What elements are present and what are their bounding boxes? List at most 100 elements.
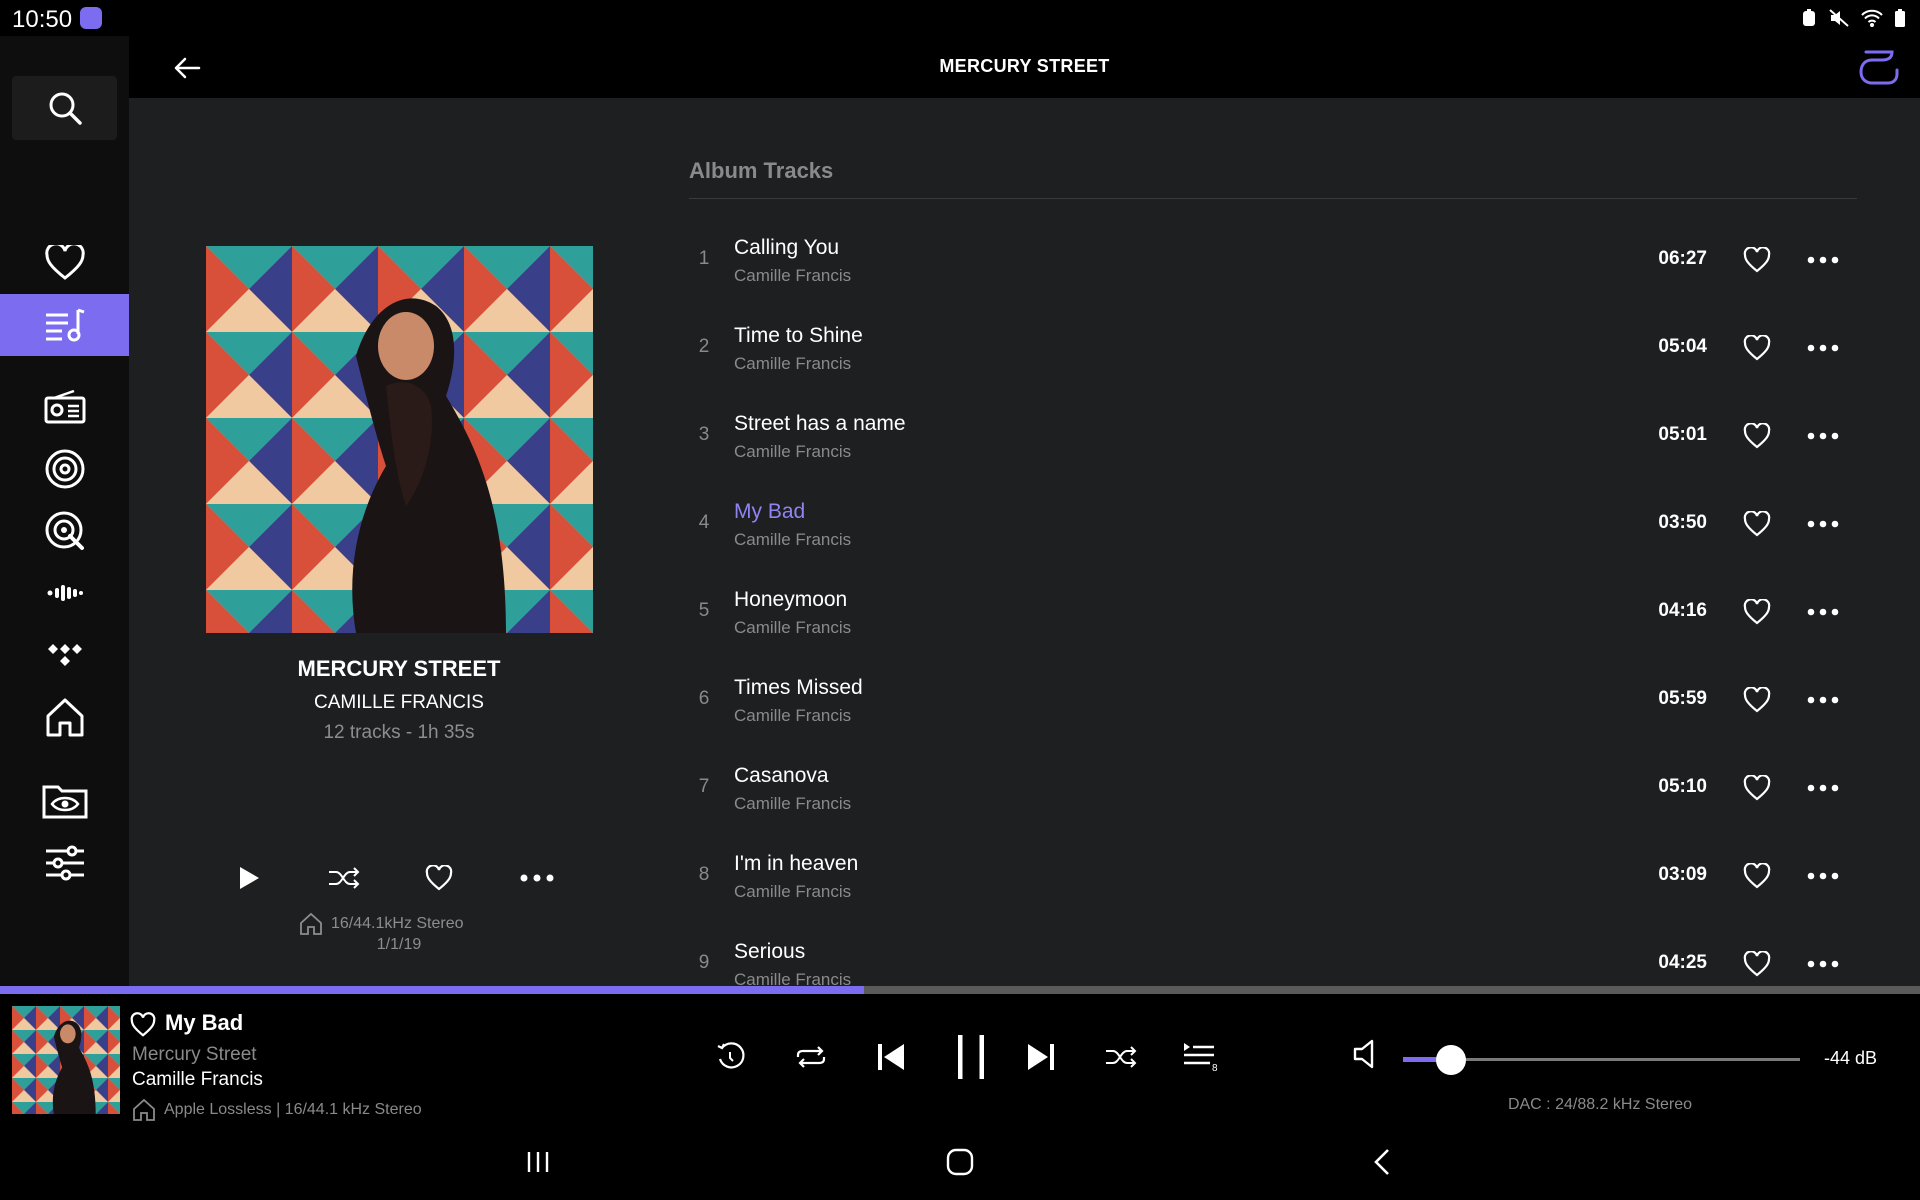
track-title[interactable]: Serious (734, 940, 805, 964)
playback-progress-bar[interactable] (0, 986, 1920, 994)
track-like-button[interactable] (1741, 508, 1773, 540)
track-row[interactable]: 8 I'm in heaven Camille Francis 03:09 (689, 832, 1857, 920)
more-icon (1807, 872, 1839, 880)
sidebar-item-favorites[interactable] (0, 232, 129, 294)
system-nav-bar (0, 1122, 1920, 1200)
sidebar-item-search[interactable] (12, 76, 117, 140)
album-cover-image (206, 246, 593, 633)
now-playing-cover-image (12, 1006, 120, 1114)
track-artist[interactable]: Camille Francis (734, 618, 851, 638)
recent-apps-button[interactable] (518, 1142, 558, 1182)
track-row[interactable]: 5 Honeymoon Camille Francis 04:16 (689, 568, 1857, 656)
track-more-button[interactable] (1803, 508, 1843, 540)
now-playing-artist[interactable]: Camille Francis (132, 1069, 263, 1091)
track-title[interactable]: Times Missed (734, 676, 863, 700)
favorite-album-button[interactable] (419, 858, 459, 898)
next-button[interactable] (1016, 1032, 1066, 1082)
heart-icon (1743, 335, 1771, 361)
sidebar-item-tidal[interactable] (0, 624, 129, 686)
now-playing-title[interactable]: My Bad (165, 1010, 243, 1036)
now-playing-like-button[interactable] (130, 1012, 156, 1038)
track-artist[interactable]: Camille Francis (734, 266, 851, 286)
track-artist[interactable]: Camille Francis (734, 882, 851, 902)
sidebar-item-folders[interactable] (0, 770, 129, 832)
track-more-button[interactable] (1803, 596, 1843, 628)
home-icon (46, 698, 83, 737)
track-like-button[interactable] (1741, 596, 1773, 628)
tidal-icon (47, 644, 82, 666)
heart-icon (1743, 423, 1771, 449)
track-more-button[interactable] (1803, 684, 1843, 716)
sidebar-item-live-radio[interactable] (0, 438, 129, 500)
sidebar-item-podcasts[interactable] (0, 562, 129, 624)
sidebar-item-qobuz[interactable] (0, 500, 129, 562)
track-like-button[interactable] (1741, 244, 1773, 276)
track-artist[interactable]: Camille Francis (734, 442, 851, 462)
track-row[interactable]: 7 Casanova Camille Francis 05:10 (689, 744, 1857, 832)
track-more-button[interactable] (1803, 772, 1843, 804)
track-row[interactable]: 1 Calling You Camille Francis 06:27 (689, 216, 1857, 304)
shuffle-album-button[interactable] (324, 858, 364, 898)
repeat-button[interactable] (786, 1032, 836, 1082)
queue-button[interactable]: 8 (1176, 1032, 1226, 1082)
previous-button[interactable] (866, 1032, 916, 1082)
track-row[interactable]: 3 Street has a name Camille Francis 05:0… (689, 392, 1857, 480)
heart-icon (1743, 775, 1771, 801)
heart-icon (425, 865, 453, 891)
track-like-button[interactable] (1741, 420, 1773, 452)
track-number: 4 (698, 512, 710, 533)
track-artist[interactable]: Camille Francis (734, 354, 851, 374)
roon-logo-icon[interactable] (1858, 48, 1900, 86)
track-title[interactable]: My Bad (734, 500, 805, 524)
track-artist[interactable]: Camille Francis (734, 970, 851, 986)
track-more-button[interactable] (1803, 332, 1843, 364)
track-duration: 03:50 (1658, 512, 1707, 533)
track-like-button[interactable] (1741, 772, 1773, 804)
track-like-button[interactable] (1741, 860, 1773, 892)
sidebar-item-home[interactable] (0, 686, 129, 748)
system-back-button[interactable] (1362, 1142, 1402, 1182)
track-title[interactable]: Honeymoon (734, 588, 847, 612)
shuffle-button[interactable] (1096, 1032, 1146, 1082)
status-bar: 10:50 (0, 0, 1920, 36)
replay-button[interactable] (706, 1032, 756, 1082)
track-row[interactable]: 2 Time to Shine Camille Francis 05:04 (689, 304, 1857, 392)
album-artist[interactable]: CAMILLE FRANCIS (199, 692, 599, 714)
track-like-button[interactable] (1741, 948, 1773, 980)
track-artist[interactable]: Camille Francis (734, 794, 851, 814)
track-title[interactable]: Calling You (734, 236, 839, 260)
volume-slider[interactable] (1403, 1045, 1800, 1075)
track-title[interactable]: Casanova (734, 764, 829, 788)
track-title[interactable]: I'm in heaven (734, 852, 858, 876)
play-album-button[interactable] (229, 858, 269, 898)
track-like-button[interactable] (1741, 332, 1773, 364)
track-artist[interactable]: Camille Francis (734, 706, 851, 726)
track-row[interactable]: 6 Times Missed Camille Francis 05:59 (689, 656, 1857, 744)
track-like-button[interactable] (1741, 684, 1773, 716)
track-title[interactable]: Street has a name (734, 412, 906, 436)
home-button[interactable] (940, 1142, 980, 1182)
sidebar-item-library[interactable] (0, 294, 129, 356)
now-playing-album[interactable]: Mercury Street (132, 1044, 257, 1066)
sidebar-item-settings[interactable] (0, 832, 129, 894)
track-more-button[interactable] (1803, 244, 1843, 276)
track-title[interactable]: Time to Shine (734, 324, 863, 348)
album-more-button[interactable] (517, 858, 557, 898)
pause-button[interactable] (942, 1028, 1000, 1086)
more-icon (1807, 256, 1839, 264)
pause-icon (958, 1035, 984, 1079)
track-artist[interactable]: Camille Francis (734, 530, 851, 550)
track-row[interactable]: 9 Serious Camille Francis 04:25 (689, 920, 1857, 986)
track-more-button[interactable] (1803, 420, 1843, 452)
now-playing-cover[interactable] (12, 1006, 120, 1114)
track-row[interactable]: 4 My Bad Camille Francis 03:50 (689, 480, 1857, 568)
track-more-button[interactable] (1803, 860, 1843, 892)
volume-icon[interactable] (1352, 1038, 1384, 1070)
track-more-button[interactable] (1803, 948, 1843, 980)
settings-sliders-icon (45, 845, 84, 881)
sidebar-item-radio[interactable] (0, 376, 129, 438)
track-number: 2 (698, 336, 710, 357)
play-icon (240, 867, 259, 889)
volume-knob[interactable] (1435, 1045, 1466, 1075)
track-number: 7 (698, 776, 710, 797)
